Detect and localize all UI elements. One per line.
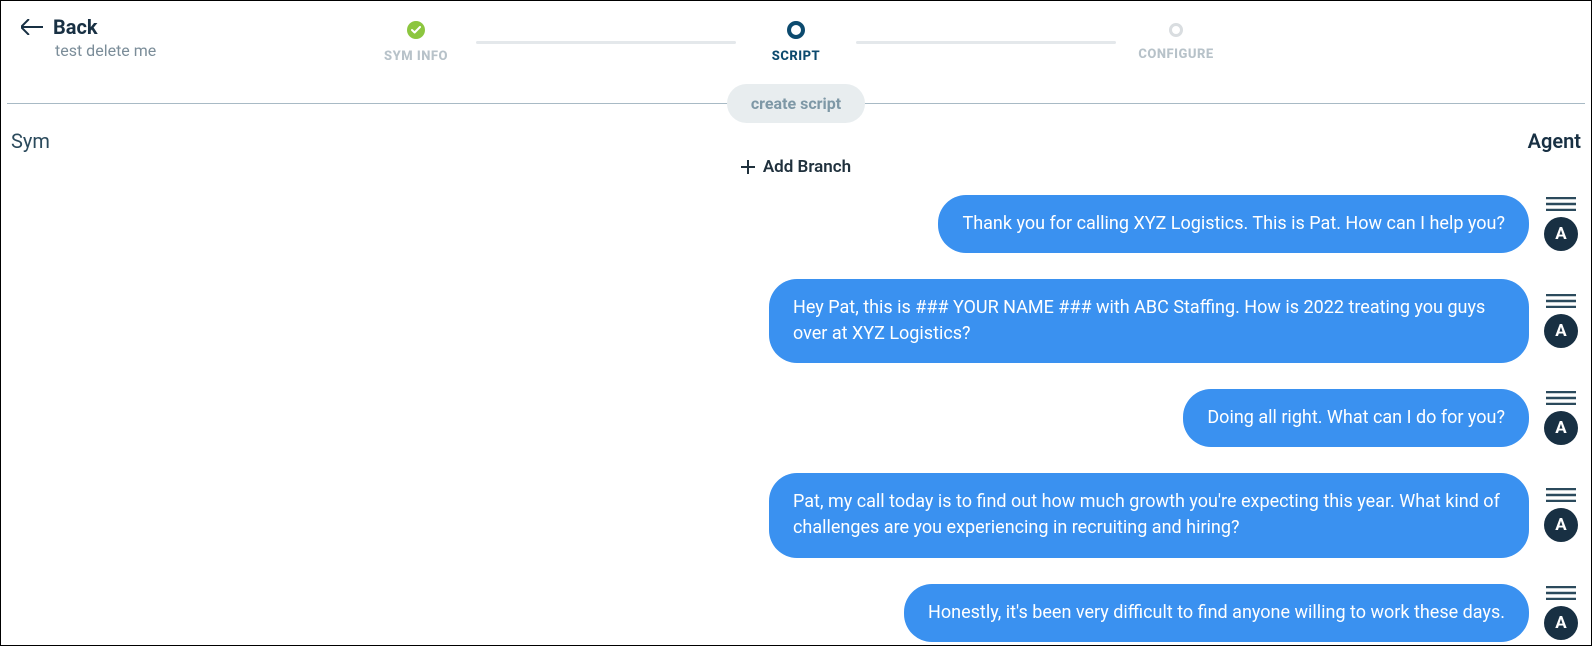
agent-avatar[interactable]: A bbox=[1544, 508, 1578, 542]
message-row: Hey Pat, this is ### YOUR NAME ### with … bbox=[13, 279, 1579, 363]
message-row: Honestly, it's been very difficult to fi… bbox=[13, 584, 1579, 642]
plus-icon bbox=[741, 160, 755, 174]
agent-avatar[interactable]: A bbox=[1544, 606, 1578, 640]
column-labels: Sym Agent bbox=[1, 123, 1591, 153]
message-controls: A bbox=[1543, 391, 1579, 445]
agent-avatar[interactable]: A bbox=[1544, 411, 1578, 445]
check-circle-icon bbox=[407, 21, 425, 39]
agent-avatar[interactable]: A bbox=[1544, 217, 1578, 251]
message-row: Pat, my call today is to find out how mu… bbox=[13, 473, 1579, 557]
add-branch-button[interactable]: Add Branch bbox=[741, 157, 851, 177]
step-circle-icon bbox=[1169, 23, 1183, 37]
add-branch-label: Add Branch bbox=[763, 157, 851, 177]
header-bar: Back test delete me SYM INFO SCRIPT CONF… bbox=[1, 1, 1591, 73]
drag-handle-icon[interactable] bbox=[1546, 586, 1576, 600]
step-connector bbox=[856, 41, 1116, 44]
sym-column-label: Sym bbox=[11, 129, 50, 153]
back-button[interactable]: Back bbox=[21, 15, 221, 39]
progress-stepper: SYM INFO SCRIPT CONFIGURE bbox=[221, 15, 1371, 64]
step-sym-info[interactable]: SYM INFO bbox=[356, 21, 476, 64]
step-script[interactable]: SCRIPT bbox=[736, 21, 856, 64]
back-label: Back bbox=[53, 15, 98, 39]
drag-handle-icon[interactable] bbox=[1546, 488, 1576, 502]
message-bubble[interactable]: Doing all right. What can I do for you? bbox=[1183, 389, 1529, 447]
step-circle-icon bbox=[787, 21, 805, 39]
step-label: CONFIGURE bbox=[1138, 47, 1213, 62]
page-subtitle: test delete me bbox=[55, 41, 221, 60]
message-bubble[interactable]: Thank you for calling XYZ Logistics. Thi… bbox=[938, 195, 1529, 253]
drag-handle-icon[interactable] bbox=[1546, 197, 1576, 211]
message-controls: A bbox=[1543, 294, 1579, 348]
add-branch-row: Add Branch bbox=[1, 153, 1591, 185]
step-configure[interactable]: CONFIGURE bbox=[1116, 23, 1236, 62]
agent-avatar[interactable]: A bbox=[1544, 314, 1578, 348]
step-label: SCRIPT bbox=[772, 49, 820, 64]
step-label: SYM INFO bbox=[384, 49, 448, 64]
message-row: Doing all right. What can I do for you? … bbox=[13, 389, 1579, 447]
create-script-pill[interactable]: create script bbox=[727, 84, 865, 123]
drag-handle-icon[interactable] bbox=[1546, 391, 1576, 405]
drag-handle-icon[interactable] bbox=[1546, 294, 1576, 308]
message-bubble[interactable]: Hey Pat, this is ### YOUR NAME ### with … bbox=[769, 279, 1529, 363]
message-controls: A bbox=[1543, 197, 1579, 251]
arrow-left-icon bbox=[21, 19, 43, 35]
message-bubble[interactable]: Honestly, it's been very difficult to fi… bbox=[904, 584, 1529, 642]
message-row: Thank you for calling XYZ Logistics. Thi… bbox=[13, 195, 1579, 253]
message-bubble[interactable]: Pat, my call today is to find out how mu… bbox=[769, 473, 1529, 557]
section-divider: create script bbox=[1, 83, 1591, 123]
message-controls: A bbox=[1543, 488, 1579, 542]
back-group: Back test delete me bbox=[21, 15, 221, 60]
message-controls: A bbox=[1543, 586, 1579, 640]
agent-column-label: Agent bbox=[1528, 129, 1581, 153]
messages-list: Thank you for calling XYZ Logistics. Thi… bbox=[1, 185, 1591, 642]
step-connector bbox=[476, 41, 736, 44]
